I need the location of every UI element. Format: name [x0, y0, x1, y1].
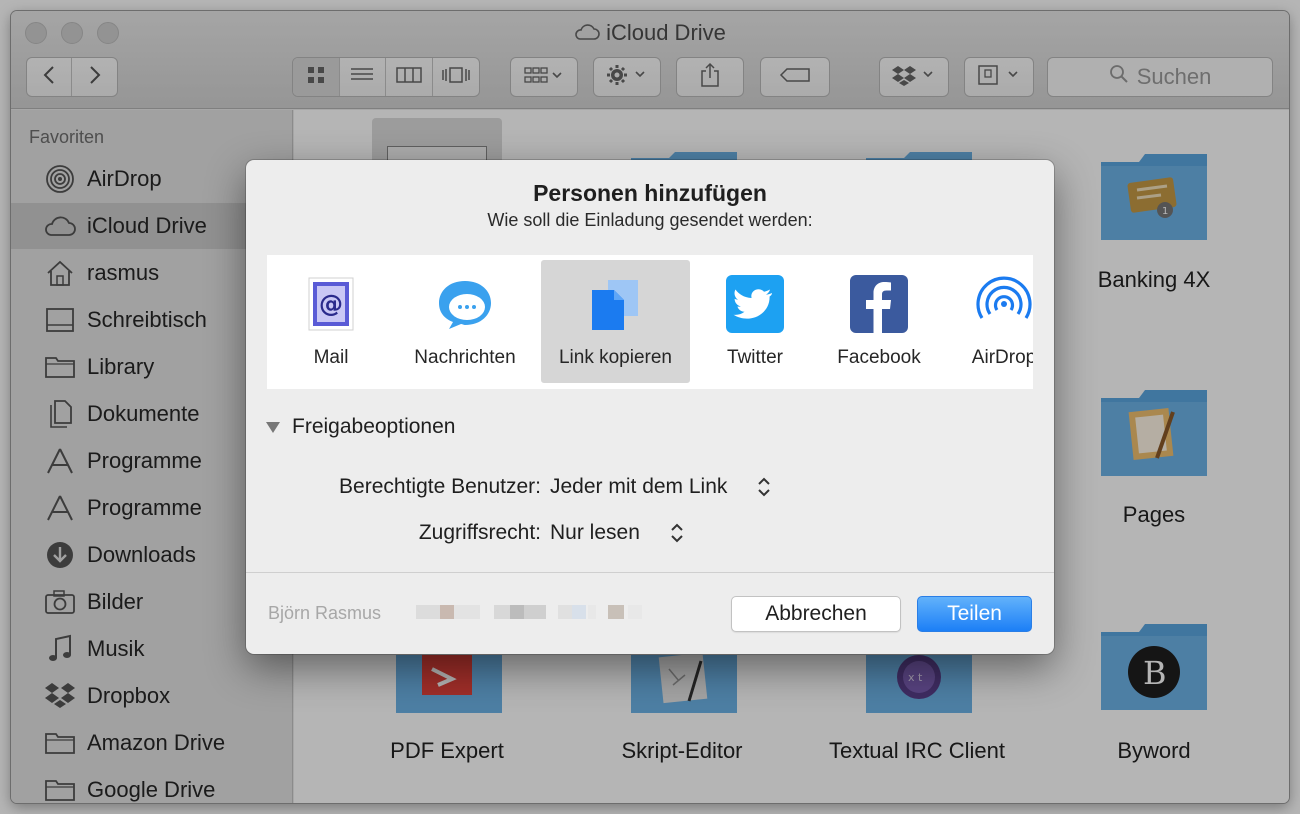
- dialog-subtitle: Wie soll die Einladung gesendet werden:: [487, 210, 813, 230]
- access-rights-popup[interactable]: Nur lesen: [550, 521, 684, 545]
- add-people-dialog: Personen hinzufügen Wie soll die Einladu…: [246, 160, 1054, 654]
- messages-icon: [433, 272, 497, 336]
- cancel-button[interactable]: Abbrechen: [731, 596, 901, 632]
- service-label: Twitter: [727, 347, 783, 368]
- disclosure-triangle-icon: [266, 421, 280, 433]
- share-options-heading: Freigabeoptionen: [292, 415, 456, 438]
- service-messages[interactable]: Nachrichten: [400, 260, 530, 383]
- updown-chevron-icon: [670, 521, 684, 545]
- access-rights-value: Nur lesen: [550, 521, 640, 544]
- service-label: AirDrop: [971, 347, 1033, 368]
- access-rights-label: Zugriffsrecht:: [418, 521, 541, 544]
- permitted-users-value: Jeder mit dem Link: [550, 475, 728, 498]
- mail-icon: @: [299, 272, 363, 336]
- service-airdrop[interactable]: AirDrop: [949, 260, 1033, 383]
- service-picker: @ Mail Nachrichten Link kopieren Twitter: [267, 255, 1033, 389]
- service-mail[interactable]: @ Mail: [267, 260, 395, 383]
- share-submit-button[interactable]: Teilen: [917, 596, 1032, 632]
- share-options-disclosure[interactable]: Freigabeoptionen: [266, 415, 455, 439]
- service-copy-link[interactable]: Link kopieren: [541, 260, 690, 383]
- facebook-icon: [847, 272, 911, 336]
- service-label: Nachrichten: [414, 347, 516, 368]
- permitted-users-label: Berechtigte Benutzer:: [339, 475, 541, 498]
- updown-chevron-icon: [757, 475, 771, 499]
- dialog-title: Personen hinzufügen: [533, 180, 767, 206]
- permitted-users-popup[interactable]: Jeder mit dem Link: [550, 475, 771, 499]
- service-label: Link kopieren: [558, 347, 673, 368]
- service-facebook[interactable]: Facebook: [820, 260, 938, 383]
- redacted-email: [416, 605, 646, 619]
- twitter-icon: [723, 272, 787, 336]
- airdrop-icon: [972, 272, 1033, 336]
- dialog-divider: [246, 572, 1054, 573]
- service-label: Facebook: [837, 347, 921, 368]
- service-label: Mail: [313, 347, 349, 368]
- service-twitter[interactable]: Twitter: [695, 260, 815, 383]
- owner-name: Björn Rasmus: [268, 603, 382, 623]
- svg-text:@: @: [319, 290, 343, 318]
- copy-link-icon: [584, 272, 648, 336]
